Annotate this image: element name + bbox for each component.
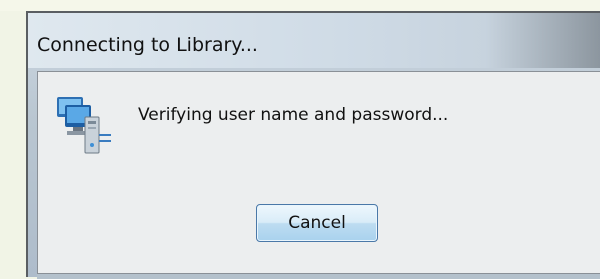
dialog-titlebar[interactable]: Connecting to Library...	[28, 13, 600, 68]
network-computer-icon	[53, 91, 117, 163]
cancel-button[interactable]: Cancel	[256, 204, 378, 242]
status-message: Verifying user name and password...	[138, 105, 449, 125]
dialog-title: Connecting to Library...	[37, 34, 258, 56]
connecting-dialog: Connecting to Library... Verifying user …	[26, 11, 600, 279]
dialog-content: Verifying user name and password... Canc…	[37, 71, 600, 274]
background-strip	[0, 0, 600, 11]
